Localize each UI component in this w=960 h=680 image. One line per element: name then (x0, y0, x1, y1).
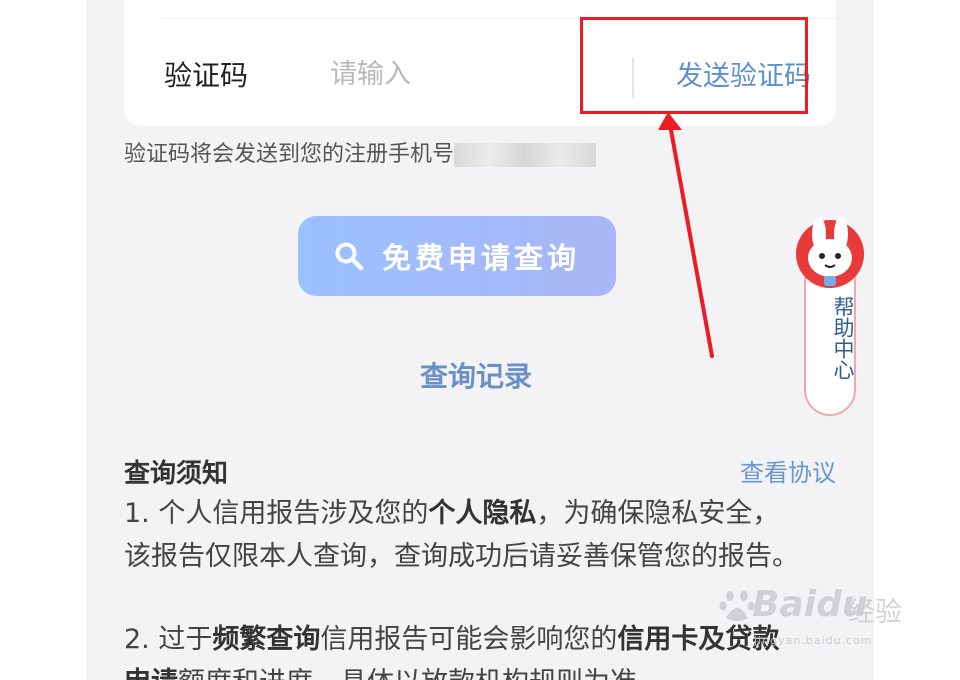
annotation-highlight-box (580, 17, 808, 114)
notice-item-2-bold-1: 频繁查询 (212, 624, 321, 655)
notice-item-2-post: 额度和进度，具体以放款机构规则为准。 (178, 667, 664, 680)
sms-hint: 验证码将会发送到您的注册手机号 (124, 136, 597, 168)
view-agreement-link[interactable]: 查看协议 (740, 453, 836, 488)
notice-item-2: 2. 过于频繁查询信用报告可能会影响您的信用卡及贷款申请额度和进度，具体以放款机… (124, 618, 804, 680)
help-center-label: 帮助中心 (831, 296, 855, 380)
query-records-link[interactable]: 查询记录 (420, 355, 532, 395)
baidu-watermark: Baidu 经验 jingyan.baidu.com (718, 576, 918, 656)
notice-item-2-mid: 信用报告可能会影响您的 (320, 624, 618, 655)
free-query-button[interactable]: 免费申请查询 (298, 216, 616, 296)
watermark-sub: jingyan.baidu.com (754, 634, 873, 647)
watermark-cn: 经验 (848, 597, 902, 628)
verification-code-label: 验证码 (164, 59, 249, 92)
help-center-button[interactable]: 帮助中心 (796, 214, 864, 416)
free-query-button-label: 免费申请查询 (381, 241, 580, 275)
notice-title: 查询须知 (124, 459, 229, 489)
masked-phone-number (454, 143, 597, 167)
notice-item-1: 1. 个人信用报告涉及您的个人隐私，为确保隐私安全，该报告仅限本人查询，查询成功… (124, 492, 804, 578)
search-icon (335, 242, 364, 271)
notice-item-1-pre: 1. 个人信用报告涉及您的 (124, 498, 429, 529)
notice-item-1-bold: 个人隐私 (428, 498, 537, 529)
verification-code-input[interactable] (330, 52, 580, 96)
bunny-mascot-icon (796, 217, 864, 288)
sms-hint-text: 验证码将会发送到您的注册手机号 (124, 142, 455, 167)
notice-item-2-pre: 2. 过于 (124, 624, 213, 655)
